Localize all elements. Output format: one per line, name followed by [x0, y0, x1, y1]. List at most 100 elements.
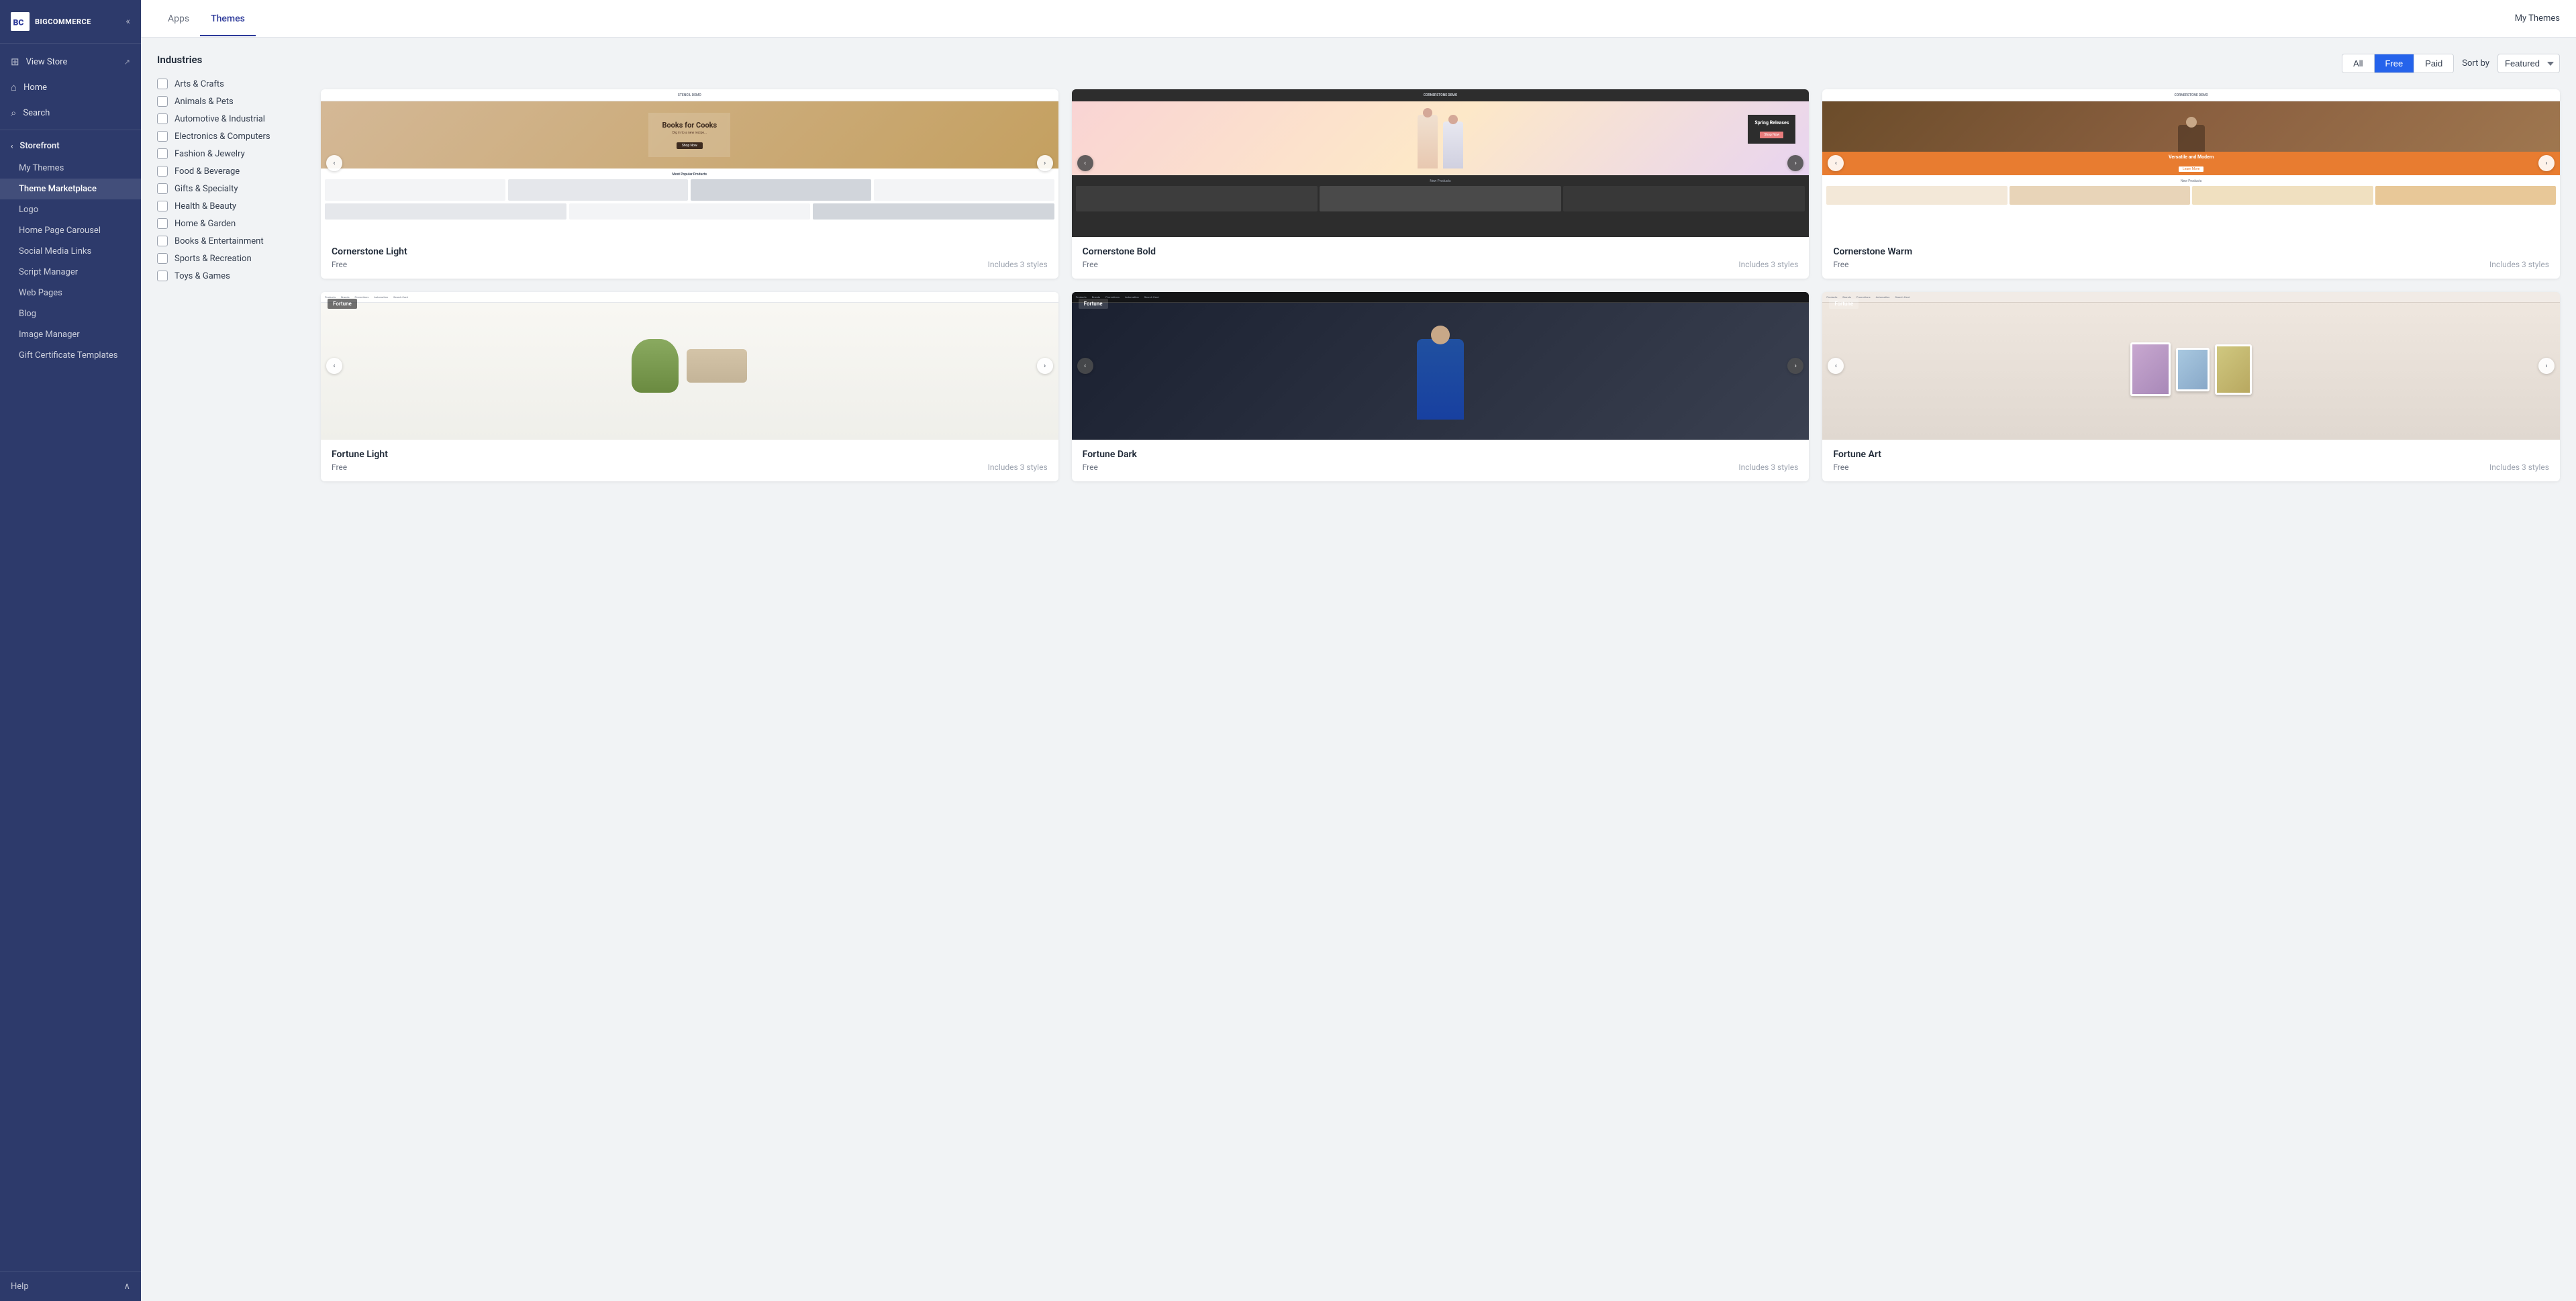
sidebar-item-image-manager[interactable]: Image Manager [0, 324, 141, 345]
sidebar-help[interactable]: Help ∧ [0, 1271, 141, 1301]
sidebar-item-search[interactable]: ⌕ Search [0, 100, 141, 126]
filter-home-garden[interactable]: Home & Garden [157, 215, 305, 232]
sidebar-item-blog[interactable]: Blog [0, 303, 141, 324]
theme-preview-cornerstone-light: STENCIL DEMO Books for Cooks Dig in to a… [321, 89, 1058, 237]
filter-gifts[interactable]: Gifts & Specialty [157, 180, 305, 197]
filter-electronics[interactable]: Electronics & Computers [157, 128, 305, 145]
filter-books[interactable]: Books & Entertainment [157, 232, 305, 250]
sidebar-item-label: View Store [26, 57, 68, 67]
theme-name: Cornerstone Light [332, 246, 1048, 257]
preview-hero-title: Books for Cooks [662, 121, 717, 130]
filter-food-beverage[interactable]: Food & Beverage [157, 162, 305, 180]
checkbox-gifts[interactable] [157, 183, 168, 194]
filter-paid-button[interactable]: Paid [2414, 54, 2453, 73]
sidebar-collapse-button[interactable]: « [126, 16, 130, 27]
checkbox-automotive[interactable] [157, 113, 168, 124]
carousel-next-button[interactable]: › [1037, 358, 1053, 374]
checkbox-electronics[interactable] [157, 131, 168, 142]
tabs-left: Apps Themes [157, 1, 256, 36]
theme-card-cornerstone-bold[interactable]: CORNERSTONE DEMO [1072, 89, 1810, 279]
sidebar-item-homepage-carousel[interactable]: Home Page Carousel [0, 220, 141, 241]
storefront-section-header[interactable]: ‹ Storefront [0, 134, 141, 158]
checkbox-fashion[interactable] [157, 148, 168, 159]
theme-name: Cornerstone Warm [1833, 246, 2549, 257]
sort-select[interactable]: Featured Newest Name [2497, 54, 2560, 73]
checkbox-toys[interactable] [157, 271, 168, 281]
theme-name: Cornerstone Bold [1083, 246, 1799, 257]
home-icon: ⌂ [11, 81, 17, 93]
filter-animals-pets[interactable]: Animals & Pets [157, 93, 305, 110]
theme-meta: Free Includes 3 styles [1833, 463, 2549, 472]
filter-label: Electronics & Computers [175, 132, 270, 142]
theme-card-cornerstone-warm[interactable]: CORNERSTONE DEMO [1822, 89, 2560, 279]
main-content: Apps Themes My Themes Industries Arts & … [141, 0, 2576, 1301]
filter-label: Toys & Games [175, 271, 230, 281]
tab-themes[interactable]: Themes [200, 1, 256, 36]
theme-name: Fortune Dark [1083, 449, 1799, 460]
theme-card-fortune-art[interactable]: Fortune ProductsBrandsPromotionsAutomati… [1822, 292, 2560, 481]
filter-label: Gifts & Specialty [175, 184, 238, 194]
themes-grid: STENCIL DEMO Books for Cooks Dig in to a… [321, 89, 2560, 481]
checkbox-health-beauty[interactable] [157, 201, 168, 211]
theme-card-info: Fortune Dark Free Includes 3 styles [1072, 440, 1810, 481]
carousel-prev-button[interactable]: ‹ [326, 358, 342, 374]
sidebar-item-home[interactable]: ⌂ Home [0, 75, 141, 100]
carousel-prev-button[interactable]: ‹ [326, 155, 342, 171]
theme-card-fortune-dark[interactable]: Fortune ProductsBrandsPromotionsAutoma [1072, 292, 1810, 481]
sidebar-item-logo[interactable]: Logo [0, 199, 141, 220]
filter-free-button[interactable]: Free [2375, 54, 2415, 73]
theme-preview-fortune-dark: Fortune ProductsBrandsPromotionsAutoma [1072, 292, 1810, 440]
checkbox-animals-pets[interactable] [157, 96, 168, 107]
sidebar-item-my-themes[interactable]: My Themes [0, 158, 141, 179]
theme-card-cornerstone-light[interactable]: STENCIL DEMO Books for Cooks Dig in to a… [321, 89, 1058, 279]
theme-preview-fortune-light: Fortune ProductsBrandsPromotionsAutomati… [321, 292, 1058, 440]
carousel-next-button[interactable]: › [1037, 155, 1053, 171]
theme-price: Free [1833, 260, 1848, 269]
checkbox-arts-crafts[interactable] [157, 79, 168, 89]
filter-arts-crafts[interactable]: Arts & Crafts [157, 75, 305, 93]
checkbox-sports[interactable] [157, 253, 168, 264]
sidebar: BC BIGCOMMERCE « ⊞ View Store ↗ ⌂ Home ⌕… [0, 0, 141, 1301]
top-tabs-bar: Apps Themes My Themes [141, 0, 2576, 38]
carousel-next-button[interactable]: › [2538, 358, 2555, 374]
theme-card-info: Fortune Light Free Includes 3 styles [321, 440, 1058, 481]
filter-all-button[interactable]: All [2342, 54, 2374, 73]
checkbox-food-beverage[interactable] [157, 166, 168, 177]
filter-automotive[interactable]: Automotive & Industrial [157, 110, 305, 128]
filter-label: Fashion & Jewelry [175, 149, 245, 159]
sidebar-item-social-media-links[interactable]: Social Media Links [0, 241, 141, 262]
theme-card-info: Cornerstone Warm Free Includes 3 styles [1822, 237, 2560, 279]
theme-card-info: Cornerstone Bold Free Includes 3 styles [1072, 237, 1810, 279]
sidebar-item-web-pages[interactable]: Web Pages [0, 283, 141, 303]
sort-by-label: Sort by [2462, 58, 2489, 68]
theme-styles: Includes 3 styles [1738, 463, 1798, 472]
sidebar-item-gift-certificate-templates[interactable]: Gift Certificate Templates [0, 345, 141, 366]
checkbox-home-garden[interactable] [157, 218, 168, 229]
carousel-prev-button[interactable]: ‹ [1828, 155, 1844, 171]
carousel-prev-button[interactable]: ‹ [1077, 155, 1093, 171]
carousel-prev-button[interactable]: ‹ [1077, 358, 1093, 374]
filter-sports[interactable]: Sports & Recreation [157, 250, 305, 267]
checkbox-books[interactable] [157, 236, 168, 246]
theme-meta: Free Includes 3 styles [1083, 260, 1799, 269]
sidebar-item-script-manager[interactable]: Script Manager [0, 262, 141, 283]
carousel-prev-button[interactable]: ‹ [1828, 358, 1844, 374]
filter-fashion[interactable]: Fashion & Jewelry [157, 145, 305, 162]
filter-label: Food & Beverage [175, 166, 240, 177]
my-themes-link[interactable]: My Themes [2515, 13, 2560, 23]
carousel-next-button[interactable]: › [1787, 155, 1803, 171]
sidebar-navigation: ⊞ View Store ↗ ⌂ Home ⌕ Search ‹ Storefr… [0, 44, 141, 1271]
filter-health-beauty[interactable]: Health & Beauty [157, 197, 305, 215]
sidebar-item-view-store[interactable]: ⊞ View Store ↗ [0, 49, 141, 75]
theme-card-fortune-light[interactable]: Fortune ProductsBrandsPromotionsAutomati… [321, 292, 1058, 481]
storefront-label: Storefront [19, 141, 59, 151]
tab-apps[interactable]: Apps [157, 1, 200, 36]
filter-toys[interactable]: Toys & Games [157, 267, 305, 285]
filter-bar: All Free Paid Sort by Featured Newest Na… [321, 54, 2560, 73]
sidebar-item-theme-marketplace[interactable]: Theme Marketplace [0, 179, 141, 199]
themes-area: All Free Paid Sort by Featured Newest Na… [321, 54, 2560, 1285]
theme-card-info: Cornerstone Light Free Includes 3 styles [321, 237, 1058, 279]
carousel-next-button[interactable]: › [2538, 155, 2555, 171]
preview-shop-btn: Shop Now [677, 142, 703, 149]
carousel-next-button[interactable]: › [1787, 358, 1803, 374]
